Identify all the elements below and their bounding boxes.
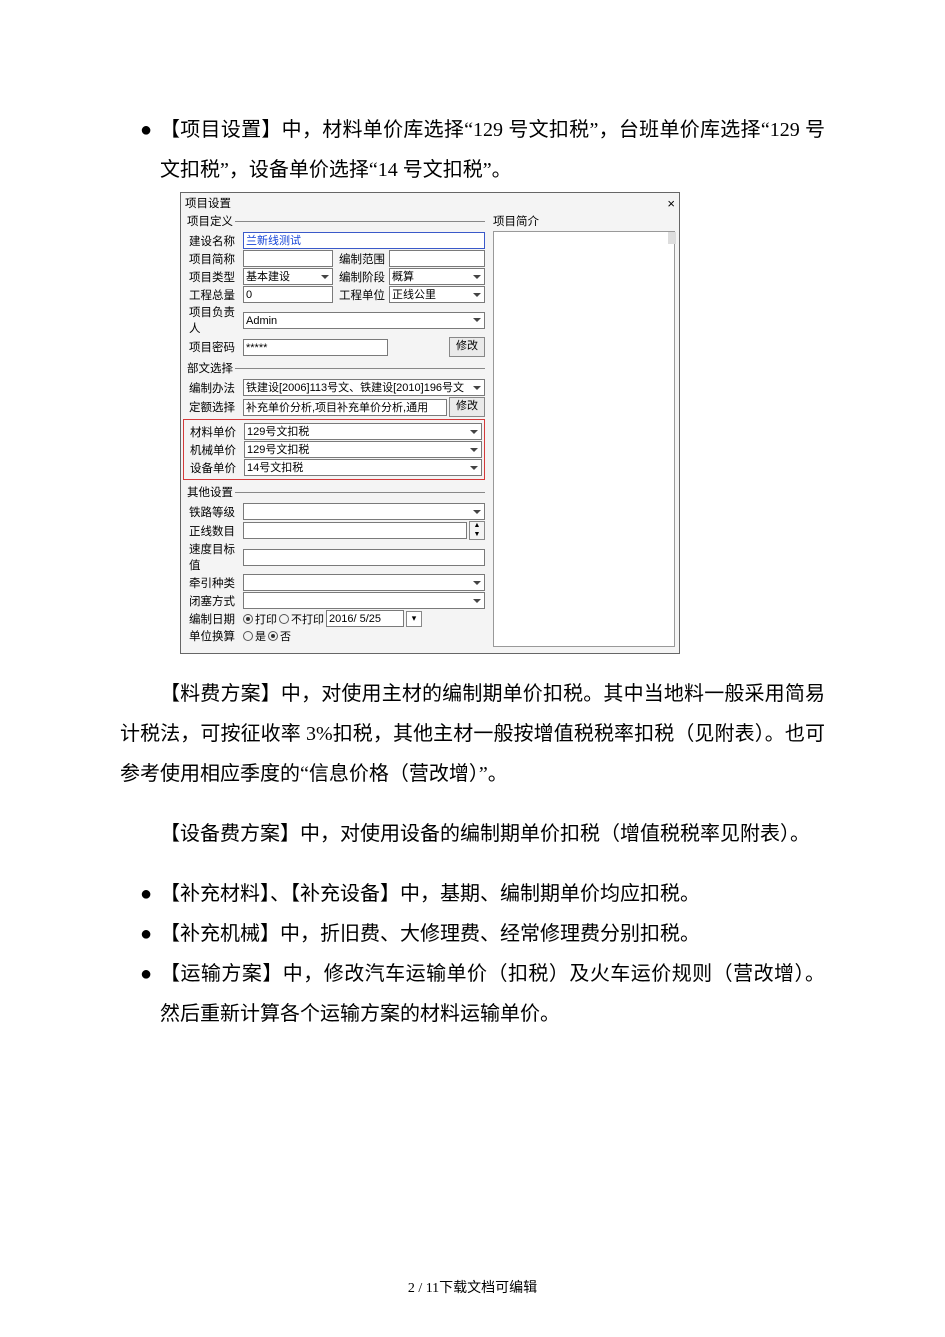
radio-noprint[interactable]: 不打印	[279, 611, 324, 627]
select-equip-price[interactable]: 14号文扣税	[244, 459, 482, 476]
group-doc-select: 部文选择 编制办法 铁建设[2006]113号文、铁建设[2010]196号文 …	[185, 360, 485, 482]
select-unit[interactable]: 正线公里	[389, 286, 485, 303]
label-material-price: 材料单价	[186, 424, 242, 440]
label-stage: 编制阶段	[335, 269, 387, 285]
paragraph-equip-plan: 【设备费方案】中，对使用设备的编制期单价扣税（增值税税率见附表）。	[120, 814, 825, 854]
input-password[interactable]: *****	[243, 339, 388, 356]
label-machine-price: 机械单价	[186, 442, 242, 458]
label-print-date: 编制日期	[185, 611, 241, 627]
bottom-bullet-list: 【补充材料】、【补充设备】中，基期、编制期单价均应扣税。 【补充机械】中，折旧费…	[120, 874, 825, 1034]
label-traction: 牵引种类	[185, 575, 241, 591]
input-speed[interactable]	[243, 549, 485, 566]
input-date[interactable]: 2016/ 5/25	[326, 610, 404, 627]
group-project-def-label: 项目定义	[185, 213, 235, 229]
label-short: 项目简称	[185, 251, 241, 267]
label-speed: 速度目标值	[185, 541, 241, 573]
select-method[interactable]: 铁建设[2006]113号文、铁建设[2010]196号文	[243, 379, 485, 396]
intro-bullet: 【项目设置】中，材料单价库选择“129 号文扣税”，台班单价库选择“129 号文…	[120, 110, 825, 190]
bullet-supplement-machine: 【补充机械】中，折旧费、大修理费、经常修理费分别扣税。	[120, 914, 825, 954]
modify-button[interactable]: 修改	[449, 337, 485, 357]
label-quota: 定额选择	[185, 399, 241, 415]
radio-no[interactable]: 否	[268, 628, 291, 644]
label-password: 项目密码	[185, 339, 241, 355]
select-traction[interactable]	[243, 574, 485, 591]
group-project-def: 项目定义 建设名称 兰新线测试 项目简称 编制范围 项目类型	[185, 213, 485, 358]
close-icon[interactable]: ×	[667, 196, 675, 211]
highlighted-price-rows: 材料单价 129号文扣税 机械单价 129号文扣税 设备单价 14号文扣税	[183, 419, 485, 480]
input-total[interactable]: 0	[243, 286, 333, 303]
label-method: 编制办法	[185, 380, 241, 396]
label-type: 项目类型	[185, 269, 241, 285]
label-range: 编制范围	[335, 251, 387, 267]
input-range[interactable]	[389, 250, 485, 267]
scrollbar-icon[interactable]	[668, 232, 676, 244]
input-build-name[interactable]: 兰新线测试	[243, 232, 485, 249]
select-block[interactable]	[243, 592, 485, 609]
project-settings-dialog: 项目设置 × 项目定义 建设名称 兰新线测试 项目简称 编制范围	[180, 192, 680, 654]
select-owner[interactable]: Admin	[243, 312, 485, 329]
paragraph-fee-plan: 【料费方案】中，对使用主材的编制期单价扣税。其中当地料一般采用简易计税法，可按征…	[120, 674, 825, 794]
label-line-count: 正线数目	[185, 523, 241, 539]
label-total: 工程总量	[185, 287, 241, 303]
project-brief-textarea[interactable]	[493, 231, 675, 647]
radio-print[interactable]: 打印	[243, 611, 277, 627]
right-title: 项目简介	[493, 213, 675, 229]
select-material-price[interactable]: 129号文扣税	[244, 423, 482, 440]
select-rail-grade[interactable]	[243, 503, 485, 520]
label-rail-grade: 铁路等级	[185, 504, 241, 520]
quota-modify-button[interactable]: 修改	[449, 397, 485, 417]
input-line-count[interactable]	[243, 522, 467, 539]
page-footer: 2 / 11下载文档可编辑	[120, 1217, 825, 1297]
label-build-name: 建设名称	[185, 233, 241, 249]
select-machine-price[interactable]: 129号文扣税	[244, 441, 482, 458]
line-count-stepper[interactable]: ▲▼	[469, 521, 485, 540]
group-doc-select-label: 部文选择	[185, 360, 235, 376]
radio-yes[interactable]: 是	[243, 628, 266, 644]
label-owner: 项目负责人	[185, 304, 241, 336]
group-other: 其他设置 铁路等级 正线数目 ▲▼ 速度目标值	[185, 484, 485, 645]
select-type[interactable]: 基本建设	[243, 268, 333, 285]
top-bullet-list: 【项目设置】中，材料单价库选择“129 号文扣税”，台班单价库选择“129 号文…	[120, 110, 825, 190]
input-short[interactable]	[243, 250, 333, 267]
group-other-label: 其他设置	[185, 484, 235, 500]
label-equip-price: 设备单价	[186, 460, 242, 476]
dialog-title: 项目设置	[185, 195, 231, 211]
bullet-transport-plan: 【运输方案】中，修改汽车运输单价（扣税）及火车运价规则（营改增）。然后重新计算各…	[120, 954, 825, 1034]
label-unit: 工程单位	[335, 287, 387, 303]
calendar-icon[interactable]: ▾	[406, 611, 422, 627]
label-block: 闭塞方式	[185, 593, 241, 609]
input-quota[interactable]: 补充单价分析,项目补充单价分析,通用	[243, 399, 447, 416]
bullet-supplement-material: 【补充材料】、【补充设备】中，基期、编制期单价均应扣税。	[120, 874, 825, 914]
select-stage[interactable]: 概算	[389, 268, 485, 285]
label-unit-convert: 单位换算	[185, 628, 241, 644]
